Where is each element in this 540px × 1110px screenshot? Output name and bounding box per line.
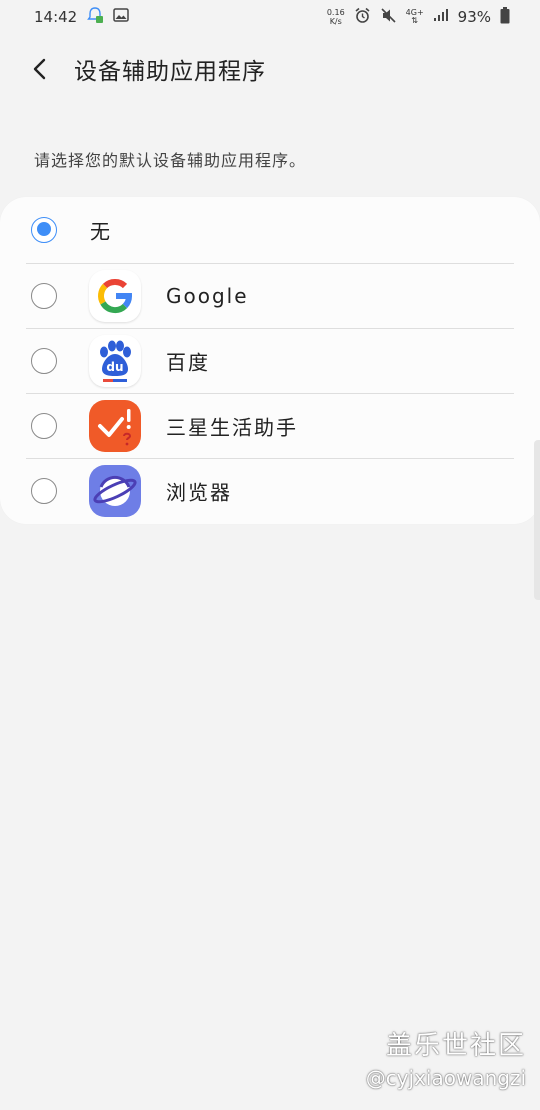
- edge-panel-handle[interactable]: [534, 440, 540, 600]
- option-label: 无: [90, 219, 112, 243]
- options-list: 无 Google du 百度 三星生活助手 浏览器: [0, 197, 540, 524]
- option-label: Google: [166, 283, 249, 308]
- option-google[interactable]: Google: [0, 263, 540, 328]
- option-label: 百度: [166, 350, 210, 374]
- mute-icon: [380, 7, 397, 28]
- net-speed: 0.16 K/s: [327, 8, 345, 26]
- watermark: 盖乐世社区 @cyjxiaowangzi: [366, 1025, 526, 1090]
- divider: [26, 263, 514, 264]
- google-icon: [89, 269, 141, 322]
- status-left: 14:42: [34, 6, 129, 28]
- divider: [26, 458, 514, 459]
- radio-button[interactable]: [31, 412, 57, 439]
- radio-button-selected[interactable]: [31, 216, 57, 243]
- radio-button[interactable]: [31, 282, 57, 309]
- samsung-browser-icon: [89, 464, 141, 517]
- back-arrow-icon: [33, 58, 46, 80]
- baidu-icon-text: du: [106, 359, 124, 374]
- notification-bell-icon: [86, 6, 104, 28]
- divider: [26, 393, 514, 394]
- status-time: 14:42: [34, 8, 78, 26]
- net-speed-value: 0.16: [326, 8, 345, 17]
- battery-percent: 93%: [457, 8, 491, 26]
- radio-dot: [36, 222, 51, 236]
- page-description: 请选择您的默认设备辅助应用程序。: [34, 151, 307, 170]
- option-label: 三星生活助手: [166, 415, 298, 439]
- divider: [26, 328, 514, 329]
- net-speed-unit: K/s: [329, 17, 342, 26]
- signal-icon: [433, 8, 449, 26]
- option-browser[interactable]: 浏览器: [0, 458, 540, 523]
- radio-button[interactable]: [31, 347, 57, 374]
- app-header: 设备辅助应用程序: [0, 46, 540, 92]
- option-samsung-life-assistant[interactable]: 三星生活助手: [0, 393, 540, 458]
- back-button[interactable]: [22, 51, 58, 87]
- image-icon: [113, 7, 129, 27]
- option-baidu[interactable]: du 百度: [0, 328, 540, 393]
- watermark-user: @cyjxiaowangzi: [365, 1066, 526, 1090]
- network-type: 4G+ ⇅: [406, 9, 424, 25]
- battery-icon: [500, 6, 510, 28]
- baidu-icon: du: [89, 334, 141, 387]
- option-label: 浏览器: [166, 480, 232, 504]
- option-none[interactable]: 无: [0, 197, 540, 262]
- radio-button[interactable]: [31, 477, 57, 504]
- samsung-life-assistant-icon: [89, 399, 141, 452]
- data-arrows-icon: ⇅: [411, 16, 418, 25]
- page-title: 设备辅助应用程序: [74, 59, 266, 85]
- alarm-icon: [354, 7, 371, 28]
- watermark-community: 盖乐世社区: [385, 1031, 526, 1061]
- status-right: 0.16 K/s 4G+ ⇅ 93%: [327, 6, 510, 28]
- status-bar: 14:42 0.16 K/s 4G+ ⇅ 93%: [0, 0, 540, 34]
